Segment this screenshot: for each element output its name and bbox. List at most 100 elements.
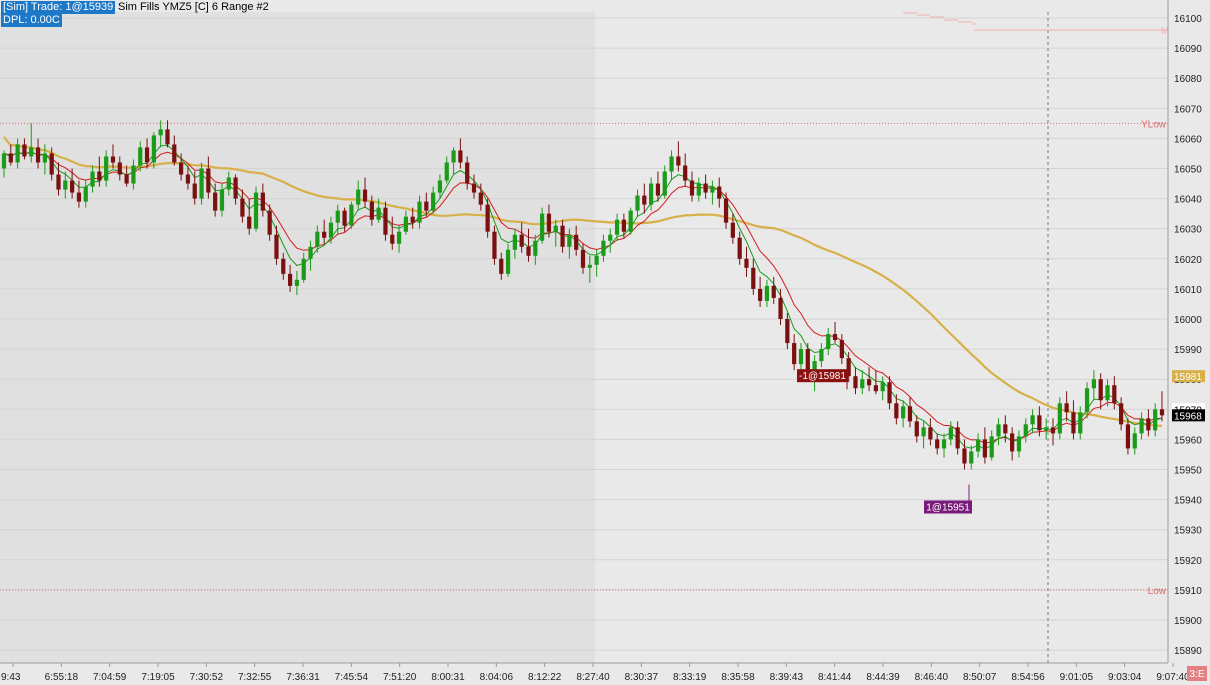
candle-body bbox=[880, 382, 885, 392]
y-tick-label: 16080 bbox=[1174, 74, 1202, 85]
x-tick-label: 9:43 bbox=[1, 672, 21, 683]
candle-body bbox=[723, 198, 729, 223]
candle-body bbox=[887, 382, 892, 404]
price-axis-background bbox=[1168, 0, 1210, 685]
account-trade-label[interactable]: [Sim] Trade: 1@15939 bbox=[1, 1, 116, 14]
candle-body bbox=[104, 156, 109, 181]
candle-body bbox=[1030, 415, 1035, 425]
candle[interactable] bbox=[349, 201, 354, 229]
y-tick-label: 15940 bbox=[1174, 496, 1202, 507]
candle-body bbox=[431, 192, 436, 211]
candle-body bbox=[989, 436, 994, 458]
x-tick-label: 8:35:58 bbox=[721, 672, 755, 683]
y-tick-label: 16010 bbox=[1174, 285, 1202, 296]
candle-body bbox=[8, 153, 13, 163]
candle-body bbox=[866, 379, 872, 386]
y-tick-label: 15890 bbox=[1174, 646, 1202, 657]
candle-body bbox=[526, 246, 531, 256]
marker-label: -1@15981 bbox=[799, 371, 846, 382]
candle-body bbox=[1037, 415, 1042, 431]
candle[interactable] bbox=[253, 186, 259, 232]
candle-body bbox=[233, 177, 238, 199]
candle-body bbox=[97, 171, 102, 181]
candle-body bbox=[478, 192, 483, 205]
candle-body bbox=[56, 174, 61, 190]
candle-body bbox=[710, 186, 715, 193]
candle-body bbox=[499, 258, 504, 274]
candle-body bbox=[574, 234, 579, 250]
candle-body bbox=[771, 285, 776, 298]
candle-body bbox=[1159, 409, 1165, 416]
x-tick-label: 7:36:31 bbox=[286, 672, 320, 683]
x-tick-label: 7:30:52 bbox=[190, 672, 224, 683]
candle-body bbox=[962, 448, 967, 464]
candle-body bbox=[594, 255, 599, 265]
candle-body bbox=[213, 192, 218, 211]
candle-body bbox=[253, 192, 259, 229]
candle-body bbox=[655, 183, 661, 196]
candle-body bbox=[172, 144, 177, 163]
candle[interactable] bbox=[1057, 397, 1062, 440]
candle-body bbox=[696, 183, 701, 196]
candle-body bbox=[764, 285, 770, 301]
price-tag-text: 15981 bbox=[1174, 372, 1202, 383]
price-chart[interactable]: Mid16096YLow16065Low15910 -1@159811@1595… bbox=[0, 0, 1210, 685]
candle-body bbox=[975, 439, 981, 452]
candle-body bbox=[1016, 436, 1022, 452]
x-tick-label: 8:00:31 bbox=[431, 672, 465, 683]
y-tick-label: 15960 bbox=[1174, 435, 1202, 446]
candle-body bbox=[151, 135, 156, 163]
candle-body bbox=[437, 180, 443, 193]
candle-body bbox=[1146, 418, 1151, 431]
candle-body bbox=[390, 234, 395, 244]
candle-body bbox=[294, 279, 300, 286]
candle-body bbox=[396, 231, 402, 244]
candle-body bbox=[894, 403, 899, 419]
candle-body bbox=[35, 147, 41, 163]
candle-body bbox=[519, 234, 524, 247]
candle-body bbox=[608, 234, 613, 241]
candle-body bbox=[349, 204, 354, 226]
candle-body bbox=[614, 219, 620, 235]
candle-body bbox=[287, 273, 293, 286]
x-tick-label: 7:19:05 bbox=[141, 672, 175, 683]
x-tick-label: 7:04:59 bbox=[93, 672, 127, 683]
candle[interactable] bbox=[628, 207, 633, 235]
x-tick-label: 7:51:20 bbox=[383, 672, 417, 683]
candle[interactable] bbox=[199, 162, 204, 205]
candle-body bbox=[83, 186, 88, 202]
y-tick-label: 15950 bbox=[1174, 466, 1202, 477]
candle-body bbox=[560, 225, 565, 247]
right-edge-label: 3:E bbox=[1189, 669, 1204, 680]
instrument-info: Sim Fills YMZ5 [C] 6 Range #2 bbox=[118, 1, 269, 13]
candle-body bbox=[308, 246, 313, 259]
candle-body bbox=[315, 231, 320, 247]
marker-label: 1@15951 bbox=[926, 502, 970, 513]
candle-body bbox=[124, 174, 129, 184]
ref-line-label: Low bbox=[1148, 586, 1167, 597]
candle-body bbox=[301, 258, 306, 280]
y-tick-label: 16000 bbox=[1174, 315, 1202, 326]
candle-body bbox=[362, 189, 368, 202]
candle-body bbox=[90, 171, 95, 187]
y-tick-label: 16100 bbox=[1174, 14, 1202, 25]
candle-body bbox=[792, 343, 797, 365]
session-shade bbox=[0, 12, 595, 663]
candle-body bbox=[785, 319, 790, 344]
candle-body bbox=[29, 147, 34, 157]
candle-body bbox=[901, 406, 906, 419]
candle-body bbox=[199, 168, 204, 199]
candle-body bbox=[15, 144, 20, 163]
candle-body bbox=[42, 153, 47, 163]
candle-body bbox=[471, 183, 477, 193]
x-tick-label: 8:44:39 bbox=[866, 672, 900, 683]
candle-body bbox=[907, 406, 913, 422]
x-tick-label: 7:45:54 bbox=[335, 672, 369, 683]
candle-body bbox=[110, 156, 116, 163]
candle-body bbox=[49, 153, 54, 175]
candle-body bbox=[1105, 385, 1110, 401]
candle-body bbox=[996, 424, 1001, 437]
candle-body bbox=[533, 240, 538, 256]
candle-body bbox=[342, 210, 347, 226]
y-tick-label: 16020 bbox=[1174, 255, 1202, 266]
